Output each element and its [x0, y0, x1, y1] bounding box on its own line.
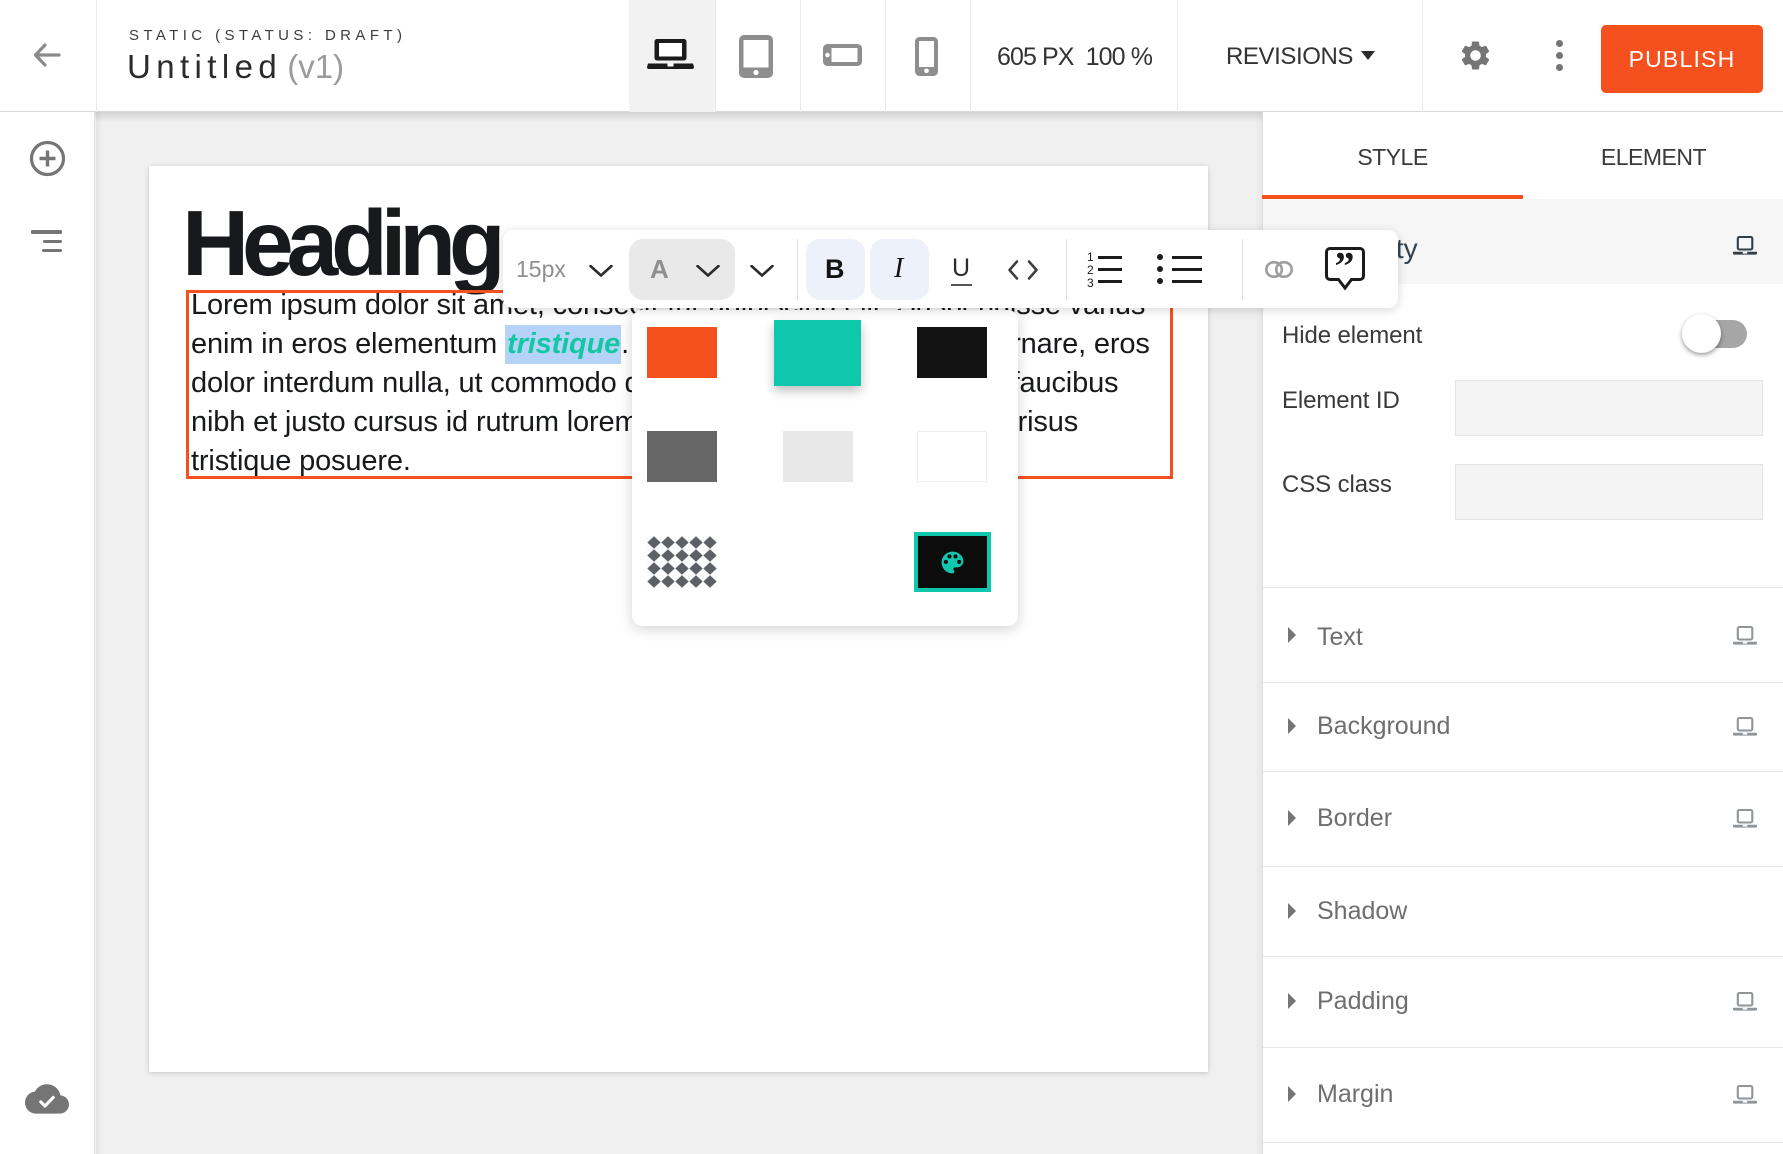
svg-text:”: ” — [1335, 246, 1355, 289]
